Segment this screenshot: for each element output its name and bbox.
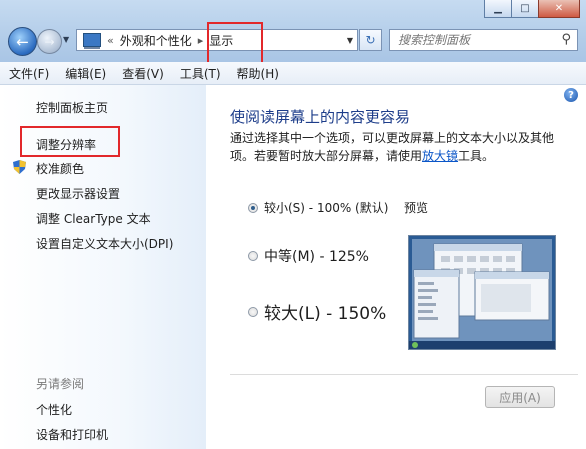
minimize-icon[interactable]: ▁ [484,0,512,18]
sidebar-item-custom-dpi[interactable]: 设置自定义文本大小(DPI) [36,235,173,252]
magnifier-link[interactable]: 放大镜 [422,149,458,163]
option-medium-label: 中等(M) - 125% [264,249,369,265]
menu-file[interactable]: 文件(F) [0,65,56,82]
sidebar-item-calibrate-color[interactable]: 校准颜色 [36,160,84,177]
forward-arrow-icon[interactable]: → [37,29,62,54]
close-icon[interactable]: ✕ [538,0,580,18]
option-medium[interactable]: 中等(M) - 125% [248,246,369,266]
page-description: 通过选择其中一个选项，可以更改屏幕上的文本大小以及其他 项。若要暂时放大部分屏幕… [230,129,570,165]
preview-image [408,235,556,350]
description-line2-end: 工具。 [458,149,495,163]
page-title: 使阅读屏幕上的内容更容易 [230,108,411,126]
refresh-icon[interactable]: ↻ [359,29,382,51]
option-smaller-label: 较小(S) - 100% (默认) [264,201,389,215]
highlight-box-resolution [20,126,120,157]
radio-smaller[interactable] [248,202,258,213]
sidebar-item-cleartype[interactable]: 调整 ClearType 文本 [36,210,151,227]
preview-label: 预览 [404,201,429,215]
breadcrumb-separator-icon[interactable]: ▸ [198,34,204,47]
menu-tools[interactable]: 工具(T) [171,65,228,82]
radio-medium[interactable] [248,251,258,261]
description-line1: 通过选择其中一个选项，可以更改屏幕上的文本大小以及其他 [230,131,555,145]
description-line2: 项。若要暂时放大部分屏幕，请使用 [230,149,423,163]
breadcrumb-overflow[interactable]: « [107,34,114,47]
window-toolbar: ▁ □ ✕ ← → ▼ « 外观和个性化 ▸ 显示 ▼ ↻ ⚲ [0,0,586,62]
help-icon[interactable]: ? [564,88,578,102]
back-arrow-icon[interactable]: ← [8,27,37,56]
divider [230,374,578,375]
option-larger[interactable]: 较大(L) - 150% [248,299,386,324]
menu-view[interactable]: 查看(V) [113,65,171,82]
shield-icon [13,160,26,174]
menu-edit[interactable]: 编辑(E) [56,65,113,82]
search-icon[interactable]: ⚲ [561,32,571,47]
option-smaller[interactable]: 较小(S) - 100% (默认) [248,199,388,216]
sidebar-item-control-panel-home[interactable]: 控制面板主页 [36,99,108,116]
search-box[interactable]: ⚲ [389,29,578,51]
address-dropdown-icon[interactable]: ▼ [347,36,353,45]
breadcrumb-appearance[interactable]: 外观和个性化 [120,32,192,49]
apply-button[interactable]: 应用(A) [485,386,555,408]
menu-bar: 文件(F) 编辑(E) 查看(V) 工具(T) 帮助(H) [0,62,586,85]
recent-pages-dropdown-icon[interactable]: ▼ [63,35,69,44]
maximize-icon[interactable]: □ [511,0,539,18]
sidebar-item-change-display-settings[interactable]: 更改显示器设置 [36,185,120,202]
see-also-heading: 另请参阅 [36,377,85,391]
sidebar-item-devices-printers[interactable]: 设备和打印机 [36,426,108,443]
sidebar-item-personalization[interactable]: 个性化 [36,401,72,418]
search-input[interactable] [398,31,558,49]
option-larger-label: 较大(L) - 150% [264,304,387,324]
control-panel-icon [83,33,101,47]
radio-larger[interactable] [248,306,258,317]
window-controls: ▁ □ ✕ [484,0,580,18]
preview-screen-illustration [409,236,555,349]
menu-help[interactable]: 帮助(H) [228,65,286,82]
